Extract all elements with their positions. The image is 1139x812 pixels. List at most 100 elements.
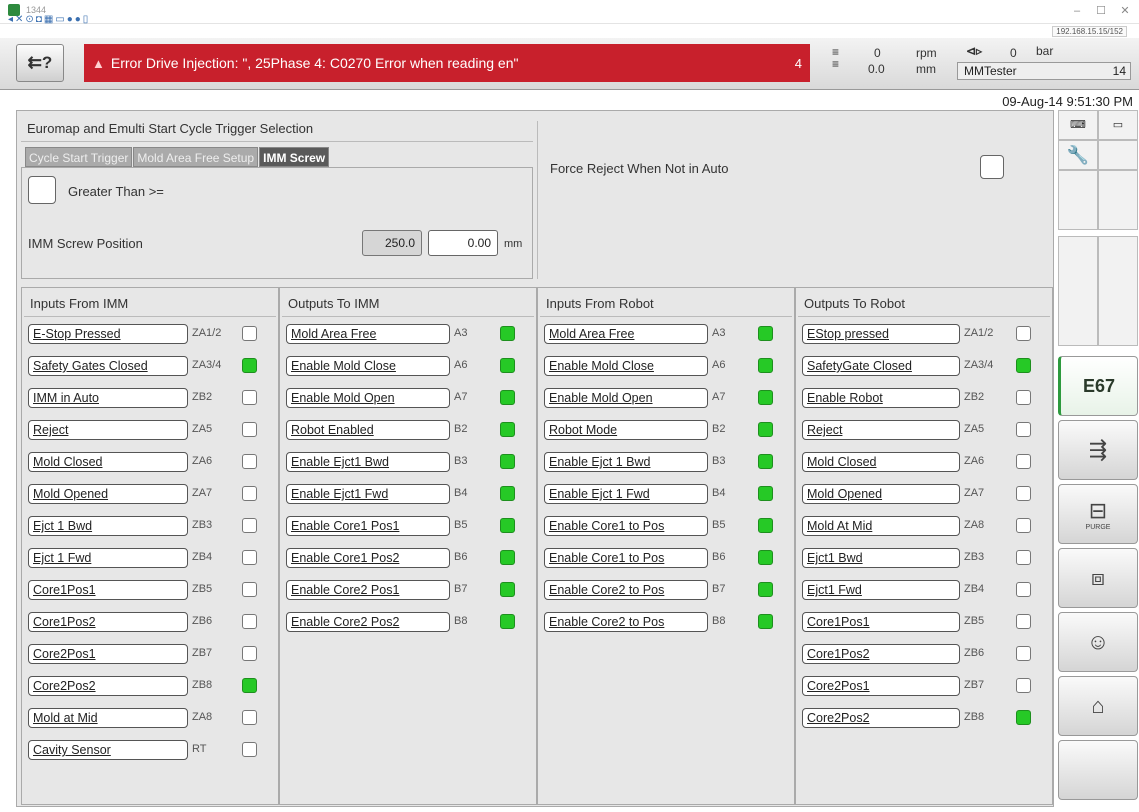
status-led xyxy=(1016,358,1031,373)
empty-cell xyxy=(1098,170,1138,230)
io-signal-button[interactable]: Enable Robot xyxy=(802,388,960,408)
io-signal-button[interactable]: Ejct 1 Fwd xyxy=(28,548,188,568)
io-signal-button[interactable]: Core1Pos2 xyxy=(28,612,188,632)
io-signal-button[interactable]: IMM in Auto xyxy=(28,388,188,408)
io-signal-button[interactable]: Core1Pos2 xyxy=(802,644,960,664)
io-signal-button[interactable]: Core2Pos1 xyxy=(28,644,188,664)
keyboard-icon[interactable]: ⌨ xyxy=(1058,110,1098,140)
divider xyxy=(540,316,792,317)
user-field[interactable]: MMTester 14 xyxy=(957,62,1131,80)
injection-button[interactable]: ⇶ xyxy=(1058,420,1138,480)
status-led xyxy=(500,390,515,405)
io-signal-button[interactable]: Reject xyxy=(802,420,960,440)
address-field[interactable]: 192.168.15.15/152 xyxy=(1052,26,1127,37)
tab-cycle-start-trigger[interactable]: Cycle Start Trigger xyxy=(25,147,133,167)
minimize-icon[interactable]: – xyxy=(1067,2,1087,20)
io-signal-button[interactable]: Enable Core2 Pos1 xyxy=(286,580,450,600)
io-signal-button[interactable]: Ejct1 Fwd xyxy=(802,580,960,600)
io-signal-button[interactable]: Enable Ejct 1 Fwd xyxy=(544,484,708,504)
tab-mold-area-free-setup[interactable]: Mold Area Free Setup xyxy=(133,147,259,167)
io-signal-button[interactable]: Cavity Sensor xyxy=(28,740,188,760)
io-signal-button[interactable]: Mold Area Free xyxy=(544,324,708,344)
login-help-button[interactable]: ⇇? xyxy=(16,44,64,82)
alarm-count: 4 xyxy=(794,56,802,71)
io-signal-button[interactable]: Mold Opened xyxy=(28,484,188,504)
warning-icon: ▲ xyxy=(92,55,105,71)
io-signal-button[interactable]: SafetyGate Closed xyxy=(802,356,960,376)
io-signal-button[interactable]: Core2Pos2 xyxy=(802,708,960,728)
tab-imm-screw[interactable]: IMM Screw xyxy=(259,147,330,167)
io-signal-button[interactable]: Reject xyxy=(28,420,188,440)
io-row: Ejct 1 Fwd ZB4 xyxy=(28,548,276,569)
io-signal-button[interactable]: Enable Core2 to Pos xyxy=(544,612,708,632)
io-signal-button[interactable]: Enable Core1 to Pos xyxy=(544,516,708,536)
io-signal-button[interactable]: Enable Ejct 1 Bwd xyxy=(544,452,708,472)
signal-code: ZB6 xyxy=(192,615,213,627)
io-signal-button[interactable]: Enable Mold Close xyxy=(286,356,450,376)
io-signal-button[interactable]: Mold at Mid xyxy=(28,708,188,728)
io-signal-button[interactable]: Ejct1 Bwd xyxy=(802,548,960,568)
io-signal-button[interactable]: Mold Closed xyxy=(802,452,960,472)
window-button[interactable]: ⧈ xyxy=(1058,548,1138,608)
toolbar-icons[interactable]: ◂✕⊙◘▦▭●●▯ xyxy=(8,14,90,25)
signal-code: A3 xyxy=(454,327,468,339)
io-signal-button[interactable]: Mold Opened xyxy=(802,484,960,504)
io-signal-button[interactable]: Enable Core2 to Pos xyxy=(544,580,708,600)
signal-code: B3 xyxy=(454,455,468,467)
io-signal-button[interactable]: E-Stop Pressed xyxy=(28,324,188,344)
blank-button[interactable] xyxy=(1058,740,1138,800)
io-row: Enable Core2 to Pos B8 xyxy=(544,612,792,633)
production-button[interactable]: ⌂ xyxy=(1058,676,1138,736)
signal-code: B2 xyxy=(712,423,726,435)
io-signal-button[interactable]: Enable Mold Open xyxy=(544,388,708,408)
empty-cell xyxy=(1098,236,1138,346)
io-signal-button[interactable]: Enable Core1 Pos1 xyxy=(286,516,450,536)
io-signal-button[interactable]: EStop pressed xyxy=(802,324,960,344)
wrench-icon[interactable]: 🔧 xyxy=(1058,140,1098,170)
io-signal-button[interactable]: Enable Core1 Pos2 xyxy=(286,548,450,568)
status-led xyxy=(1016,422,1031,437)
io-row: Enable Mold Open A7 xyxy=(544,388,792,409)
status-led xyxy=(500,614,515,629)
e67-button[interactable]: E67 xyxy=(1058,356,1138,416)
io-signal-button[interactable]: Core1Pos1 xyxy=(802,612,960,632)
status-led xyxy=(242,486,257,501)
status-led xyxy=(1016,614,1031,629)
status-led xyxy=(758,390,773,405)
status-led xyxy=(758,550,773,565)
io-signal-button[interactable]: Mold Area Free xyxy=(286,324,450,344)
io-signal-button[interactable]: Mold At Mid xyxy=(802,516,960,536)
alarm-bar[interactable]: ▲ Error Drive Injection: ", 25Phase 4: C… xyxy=(84,44,810,82)
maximize-icon[interactable]: ☐ xyxy=(1091,2,1111,20)
greater-than-checkbox[interactable] xyxy=(28,176,56,204)
io-signal-button[interactable]: Enable Mold Close xyxy=(544,356,708,376)
close-icon[interactable]: ✕ xyxy=(1115,2,1135,20)
screen-icon[interactable]: ▭ xyxy=(1098,110,1138,140)
io-row: Safety Gates Closed ZA3/4 xyxy=(28,356,276,377)
io-signal-button[interactable]: Safety Gates Closed xyxy=(28,356,188,376)
io-signal-button[interactable]: Robot Mode xyxy=(544,420,708,440)
status-led xyxy=(758,518,773,533)
io-signal-button[interactable]: Enable Ejct1 Fwd xyxy=(286,484,450,504)
io-signal-button[interactable]: Enable Core2 Pos2 xyxy=(286,612,450,632)
greater-than-label: Greater Than >= xyxy=(68,184,164,199)
io-row: Reject ZA5 xyxy=(802,420,1050,441)
force-reject-checkbox[interactable] xyxy=(980,155,1004,179)
io-signal-button[interactable]: Enable Core1 to Pos xyxy=(544,548,708,568)
io-row: Enable Ejct1 Fwd B4 xyxy=(286,484,534,505)
io-signal-button[interactable]: Enable Ejct1 Bwd xyxy=(286,452,450,472)
io-signal-button[interactable]: Core2Pos1 xyxy=(802,676,960,696)
io-signal-button[interactable]: Enable Mold Open xyxy=(286,388,450,408)
io-column: Outputs To IMM Mold Area Free A3 Enable Mol… xyxy=(279,287,537,805)
operator-button[interactable]: ☺ xyxy=(1058,612,1138,672)
signal-code: ZB5 xyxy=(192,583,213,595)
screw-position-setpoint[interactable]: 0.00 xyxy=(428,230,498,256)
purge-button[interactable]: ⊟ PURGE xyxy=(1058,484,1138,544)
io-row: Mold At Mid ZA8 xyxy=(802,516,1050,537)
io-signal-button[interactable]: Core2Pos2 xyxy=(28,676,188,696)
io-signal-button[interactable]: Ejct 1 Bwd xyxy=(28,516,188,536)
io-signal-button[interactable]: Core1Pos1 xyxy=(28,580,188,600)
io-signal-button[interactable]: Robot Enabled xyxy=(286,420,450,440)
io-signal-button[interactable]: Mold Closed xyxy=(28,452,188,472)
signal-code: B8 xyxy=(712,615,726,627)
